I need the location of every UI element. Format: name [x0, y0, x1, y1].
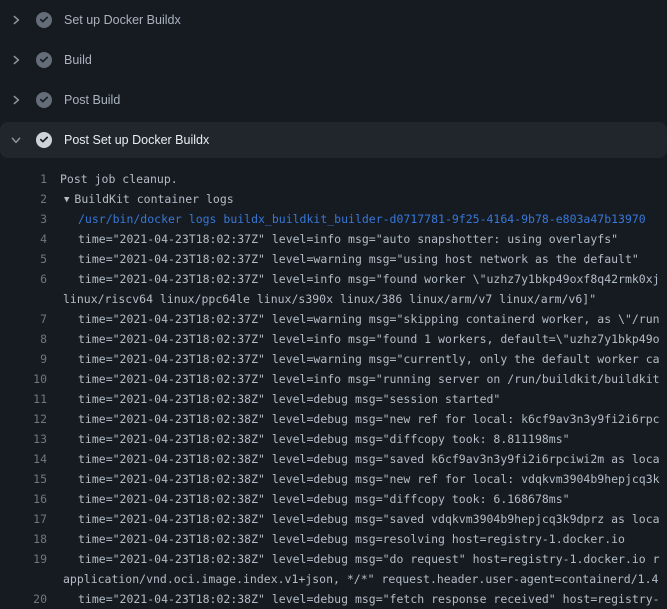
log-line-number[interactable]: 14: [0, 449, 47, 469]
log-line-number[interactable]: 20: [0, 589, 47, 609]
step-label: Set up Docker Buildx: [64, 13, 181, 27]
log-line-text[interactable]: ▼BuildKit container logs: [64, 189, 234, 210]
log-line: 8 time="2021-04-23T18:02:37Z" level=info…: [0, 329, 667, 349]
log-line-text: time="2021-04-23T18:02:37Z" level=warnin…: [78, 249, 639, 269]
log-line: 17 time="2021-04-23T18:02:38Z" level=deb…: [0, 509, 667, 529]
log-line-number[interactable]: 5: [0, 249, 47, 269]
log-line: 10 time="2021-04-23T18:02:37Z" level=inf…: [0, 369, 667, 389]
chevron-right-icon: [10, 14, 22, 26]
step-row[interactable]: Post Build: [0, 80, 667, 120]
log-line-text: time="2021-04-23T18:02:38Z" level=debug …: [78, 529, 625, 549]
step-row[interactable]: Build: [0, 40, 667, 80]
log-line: 12 time="2021-04-23T18:02:38Z" level=deb…: [0, 409, 667, 429]
log-line-text: application/vnd.oci.image.index.v1+json,…: [63, 569, 658, 589]
log-line: linux/riscv64 linux/ppc64le linux/s390x …: [0, 289, 667, 309]
steps-list: Set up Docker Buildx Build: [0, 0, 667, 158]
log-line-number[interactable]: 16: [0, 489, 47, 509]
log-line-number[interactable]: 2: [0, 189, 47, 209]
log-line-text: time="2021-04-23T18:02:37Z" level=warnin…: [78, 349, 660, 369]
chevron-right-icon: [10, 94, 22, 106]
check-circle-icon: [36, 92, 52, 108]
log-line: 7 time="2021-04-23T18:02:37Z" level=warn…: [0, 309, 667, 329]
log-line-text: time="2021-04-23T18:02:38Z" level=debug …: [78, 589, 660, 609]
step-label: Build: [64, 53, 92, 67]
log-line: 2 ▼BuildKit container logs: [0, 189, 667, 209]
log-line-text: time="2021-04-23T18:02:37Z" level=info m…: [78, 229, 618, 249]
log-line-number[interactable]: 13: [0, 429, 47, 449]
log-line: application/vnd.oci.image.index.v1+json,…: [0, 569, 667, 589]
log-line: 3 /usr/bin/docker logs buildx_buildkit_b…: [0, 209, 667, 229]
log-line-number[interactable]: 9: [0, 349, 47, 369]
log-line: 1 Post job cleanup.: [0, 169, 667, 189]
log-line-number[interactable]: 4: [0, 229, 47, 249]
log-line-number[interactable]: 17: [0, 509, 47, 529]
log-line-text: time="2021-04-23T18:02:38Z" level=debug …: [78, 389, 500, 409]
log-line-text: time="2021-04-23T18:02:38Z" level=debug …: [78, 549, 660, 569]
check-circle-icon: [36, 132, 52, 148]
log-line-text: time="2021-04-23T18:02:38Z" level=debug …: [78, 489, 570, 509]
log-line: 15 time="2021-04-23T18:02:38Z" level=deb…: [0, 469, 667, 489]
group-disclosure-icon: ▼: [64, 195, 69, 205]
log-line-text: Post job cleanup.: [60, 169, 178, 189]
log-viewer: 1 Post job cleanup. 2 ▼BuildKit containe…: [0, 158, 667, 609]
log-line: 19 time="2021-04-23T18:02:38Z" level=deb…: [0, 549, 667, 569]
log-line-number[interactable]: 11: [0, 389, 47, 409]
log-line-number[interactable]: 10: [0, 369, 47, 389]
log-line: 20 time="2021-04-23T18:02:38Z" level=deb…: [0, 589, 667, 609]
check-circle-icon: [36, 52, 52, 68]
log-line-text: time="2021-04-23T18:02:38Z" level=debug …: [78, 429, 570, 449]
log-line-number[interactable]: 18: [0, 529, 47, 549]
log-line-number[interactable]: 3: [0, 209, 47, 229]
chevron-right-icon: [10, 54, 22, 66]
log-line-text: time="2021-04-23T18:02:38Z" level=debug …: [78, 449, 660, 469]
log-line-text: /usr/bin/docker logs buildx_buildkit_bui…: [78, 209, 646, 229]
check-circle-icon: [36, 12, 52, 28]
step-row[interactable]: Set up Docker Buildx: [0, 0, 667, 40]
log-line-text: time="2021-04-23T18:02:37Z" level=info m…: [78, 329, 660, 349]
chevron-down-icon: [10, 134, 22, 146]
log-line: 5 time="2021-04-23T18:02:37Z" level=warn…: [0, 249, 667, 269]
log-line: 18 time="2021-04-23T18:02:38Z" level=deb…: [0, 529, 667, 549]
log-line-text: time="2021-04-23T18:02:37Z" level=warnin…: [78, 309, 660, 329]
log-line: 9 time="2021-04-23T18:02:37Z" level=warn…: [0, 349, 667, 369]
log-line: 13 time="2021-04-23T18:02:38Z" level=deb…: [0, 429, 667, 449]
log-line: 6 time="2021-04-23T18:02:37Z" level=info…: [0, 269, 667, 289]
log-line-number[interactable]: 1: [0, 169, 47, 189]
log-line-number[interactable]: 7: [0, 309, 47, 329]
log-line: 16 time="2021-04-23T18:02:38Z" level=deb…: [0, 489, 667, 509]
log-line: 11 time="2021-04-23T18:02:38Z" level=deb…: [0, 389, 667, 409]
log-line-text: time="2021-04-23T18:02:38Z" level=debug …: [78, 469, 660, 489]
log-line-number[interactable]: 12: [0, 409, 47, 429]
log-line: 4 time="2021-04-23T18:02:37Z" level=info…: [0, 229, 667, 249]
log-line-number[interactable]: 15: [0, 469, 47, 489]
log-line-text: time="2021-04-23T18:02:37Z" level=info m…: [78, 369, 660, 389]
log-line-text: time="2021-04-23T18:02:37Z" level=info m…: [78, 269, 660, 289]
log-line-number[interactable]: 6: [0, 269, 47, 289]
step-label: Post Set up Docker Buildx: [64, 133, 209, 147]
log-line-number[interactable]: 8: [0, 329, 47, 349]
log-line-text: time="2021-04-23T18:02:38Z" level=debug …: [78, 409, 660, 429]
log-line-text: time="2021-04-23T18:02:38Z" level=debug …: [78, 509, 660, 529]
log-line-text: linux/riscv64 linux/ppc64le linux/s390x …: [63, 289, 596, 309]
log-line-number[interactable]: 19: [0, 549, 47, 569]
step-row[interactable]: Post Set up Docker Buildx: [0, 122, 667, 158]
step-label: Post Build: [64, 93, 120, 107]
log-line: 14 time="2021-04-23T18:02:38Z" level=deb…: [0, 449, 667, 469]
